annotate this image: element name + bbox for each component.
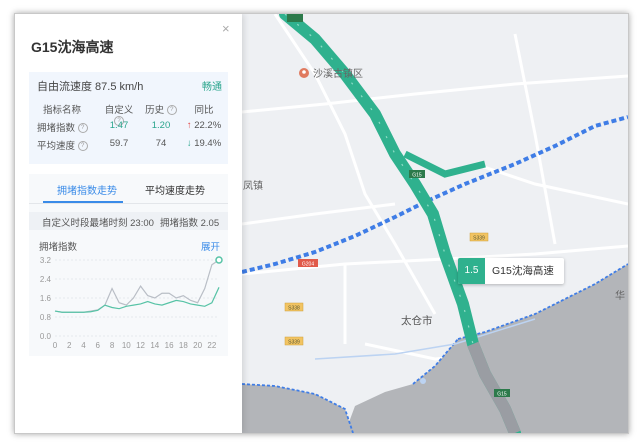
x-tick-label: 20 [193,341,202,350]
shield-g15-b: G15 [497,392,507,398]
x-tick-label: 8 [110,341,115,350]
x-tick-label: 18 [179,341,188,350]
tab-congestion-trend[interactable]: 拥堵指数走势 [57,182,117,197]
tab-divider [29,203,228,204]
trend-card: 拥堵指数走势 平均速度走势 自定义时段最堵时刻 23:00 拥堵指数 2.05 … [29,174,228,356]
arrow-down-icon: ↓ [186,138,192,149]
road-title: G15沈海高速 [31,39,114,55]
metrics-card: 自由流速度 87.5 km/h 畅通 指标名称 自定义 ? 历史 ? 同比 拥堵… [29,72,228,164]
help-icon[interactable]: ? [77,123,88,134]
tab-speed-trend[interactable]: 平均速度走势 [145,182,205,197]
shield-s338: S338 [288,306,300,312]
highway-badge[interactable]: 1.5 G15沈海高速 [458,258,564,284]
arrow-up-icon: ↑ [186,120,192,131]
shield-g204: G204 [302,262,314,268]
trend-chart: 0.0 0.8 1.6 2.4 3.2 0 2 4 6 8 10 12 14 16 18 20 22 [40,256,223,350]
x-tick-label: 2 [67,341,72,350]
shield-s339-a: S339 [473,236,485,242]
x-tick-label: 14 [150,341,159,350]
help-icon[interactable]: ? [166,105,177,116]
label-town: 凤镇 [243,179,263,192]
close-icon[interactable]: × [222,21,230,36]
shield-s339-b: S339 [288,340,300,346]
shield-g15: G15 [412,173,422,179]
x-tick-label: 12 [136,341,145,350]
table-row: 平均速度 ? 59.7 74 ↓ 19.4% [37,138,225,152]
row-custom: 59.7 [109,138,129,149]
free-flow-speed: 自由流速度 87.5 km/h [37,81,144,93]
row-yoy: ↑ 22.2% [186,120,222,131]
help-icon[interactable]: ? [77,141,88,152]
x-tick-label: 4 [81,341,86,350]
status-badge: 畅通 [202,82,222,93]
expand-link[interactable]: 展开 [201,239,220,253]
y-tick-label: 1.6 [40,294,52,303]
chart-label: 拥堵指数 [39,242,78,253]
row-name: 拥堵指数 ? [37,120,99,134]
row-custom: 1.47 [109,120,129,131]
table-row: 拥堵指数 ? 1.47 1.20 ↑ 22.2% [37,120,225,134]
header-yoy: 同比 [194,105,214,116]
header-name: 指标名称 [42,105,81,116]
peak-time: 自定义时段最堵时刻 23:00 [42,218,154,229]
badge-index: 1.5 [458,258,485,284]
badge-road-name: G15沈海高速 [492,265,554,277]
x-tick-label: 0 [53,341,58,350]
x-tick-label: 10 [122,341,131,350]
label-city: 太仓市 [401,314,433,327]
label-hua: 华 [615,289,625,302]
last-point-marker [215,256,223,264]
x-tick-label: 6 [96,341,101,350]
y-tick-label: 0.8 [40,313,52,322]
peak-info: 自定义时段最堵时刻 23:00 拥堵指数 2.05 [29,212,228,230]
y-tick-label: 0.0 [40,332,52,341]
x-tick-label: 16 [165,341,174,350]
header-history: 历史 ? [141,102,181,116]
row-history: 1.20 [151,120,171,131]
row-yoy: ↓ 19.4% [186,138,222,149]
row-name: 平均速度 ? [37,138,99,152]
screenshot-frame: G15 G204 S339 S339 S338 G15 沙溪古镇区 凤镇 太仓市… [14,13,629,434]
y-tick-label: 2.4 [40,275,52,284]
x-tick-label: 22 [207,341,216,350]
y-tick-label: 3.2 [40,256,52,265]
row-history: 74 [155,138,167,149]
table-header: 指标名称 自定义 ? 历史 ? 同比 [37,102,225,127]
peak-index: 拥堵指数 2.05 [160,218,220,229]
label-district: 沙溪古镇区 [313,67,363,80]
info-panel: × G15沈海高速 自由流速度 87.5 km/h 畅通 指标名称 自定义 ? … [15,14,242,433]
